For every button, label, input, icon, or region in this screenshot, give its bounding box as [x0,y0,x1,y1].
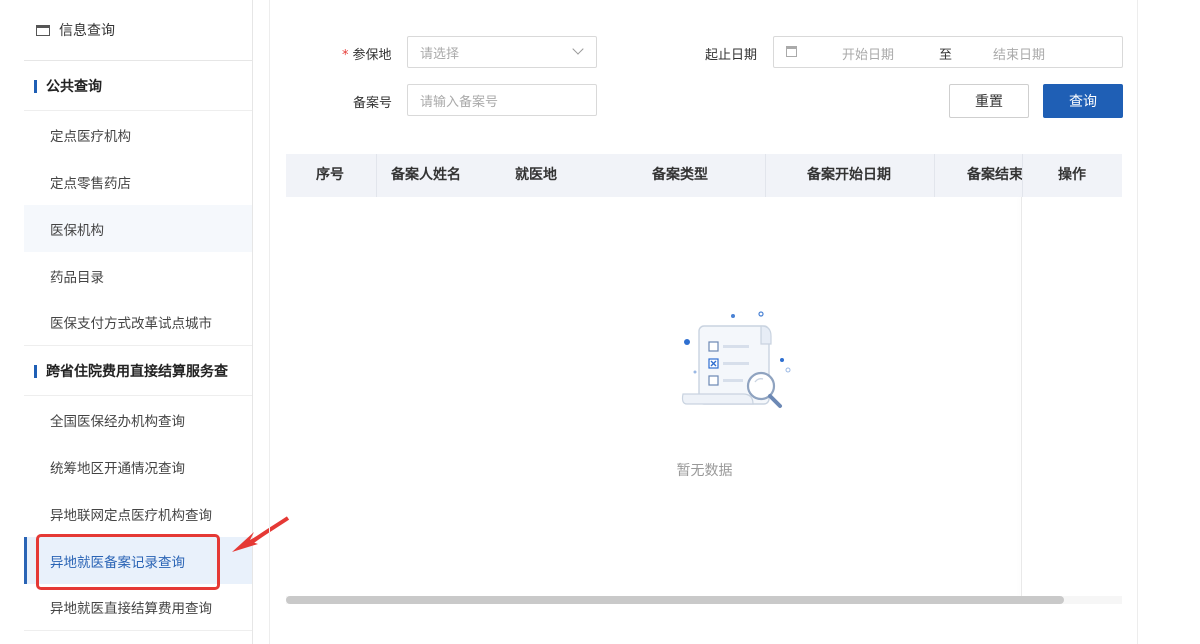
insured-place-label: * 参保地 [342,44,392,63]
record-no-label: 备案号 [353,96,393,111]
sidebar-item-payment-reform-cities[interactable]: 医保支付方式改革试点城市 [24,299,252,346]
column-divider [934,154,935,197]
sidebar-item-label: 定点医疗机构 [50,128,131,145]
date-range-label: 起止日期 [705,48,758,63]
date-range-picker[interactable]: 开始日期 至 结束日期 [773,36,1123,68]
sidebar-item-designated-hospital[interactable]: 定点医疗机构 [24,111,252,158]
sidebar-item-label: 药品目录 [50,269,104,286]
sidebar-item-label: 统筹地区开通情况查询 [50,460,185,477]
sidebar-item-label: 异地就医直接结算费用查询 [50,601,212,617]
sidebar-item-label: 医保支付方式改革试点城市 [50,316,212,332]
horizontal-scrollbar[interactable] [286,596,1064,604]
sidebar-item-designated-pharmacy[interactable]: 定点零售药店 [24,158,252,205]
empty-data-text: 暂无数据 [676,463,733,479]
column-header: 就医地 [515,167,557,183]
calendar-icon [786,46,797,57]
sidebar-group-label: 跨省住院费用直接结算服务查 [46,363,228,380]
column-header: 备案结束 [967,167,1023,183]
date-separator: 至 [939,48,953,63]
sidebar-group-cross-province: 跨省住院费用直接结算服务查 [24,346,252,396]
insured-place-placeholder: 请选择 [420,46,460,62]
end-date-input[interactable]: 结束日期 [993,44,1045,63]
column-divider [765,154,766,197]
start-date-input[interactable]: 开始日期 [842,44,894,63]
sidebar-item-label: 全国医保经办机构查询 [50,413,185,430]
highlight-box [36,534,220,590]
sidebar-item-drug-catalog[interactable]: 药品目录 [24,252,252,299]
sidebar-group-public: 公共查询 [24,61,252,111]
sidebar-item-agency-query[interactable]: 全国医保经办机构查询 [24,396,252,443]
chevron-down-icon [572,43,584,55]
sidebar-title: 信息查询 [24,0,252,61]
column-header-actions: 操作 [1058,167,1086,183]
main-panel: * 参保地 请选择 起止日期 开始日期 至 结束日期 备案号 请输入备案号 重置 … [269,0,1138,644]
sidebar-item-label: 定点零售药店 [50,175,131,192]
column-header: 序号 [316,167,344,183]
insured-place-select[interactable]: 请选择 [407,36,597,68]
sidebar-item-networked-hospitals[interactable]: 异地联网定点医疗机构查询 [24,490,252,537]
table-header: 序号 备案人姓名 就医地 备案类型 备案开始日期 备案结束 操作 [286,154,1122,197]
record-no-placeholder: 请输入备案号 [420,94,499,110]
column-header: 备案人姓名 [391,167,461,183]
reset-button[interactable]: 重置 [949,84,1029,118]
sidebar-item-insurance-agency[interactable]: 医保机构 [24,205,252,252]
column-divider [1022,154,1023,197]
insured-place-label-text: 参保地 [352,48,392,63]
required-mark: * [342,48,349,63]
sidebar-item-region-status[interactable]: 统筹地区开通情况查询 [24,443,252,490]
sidebar-item-label: 异地联网定点医疗机构查询 [50,507,212,524]
column-header: 备案类型 [652,167,708,183]
fixed-column-shadow [1021,197,1022,597]
column-divider [376,154,377,197]
sidebar-item-label: 医保机构 [50,222,104,239]
query-button[interactable]: 查询 [1043,84,1123,118]
record-no-input[interactable]: 请输入备案号 [407,84,597,116]
column-header: 备案开始日期 [807,167,891,183]
empty-data-icon [681,311,791,408]
sidebar-item-settlement-fees[interactable]: 异地就医直接结算费用查询 [24,584,252,631]
sidebar-group-label: 公共查询 [46,78,102,95]
folder-icon [36,24,50,36]
sidebar-title-label: 信息查询 [59,23,115,39]
